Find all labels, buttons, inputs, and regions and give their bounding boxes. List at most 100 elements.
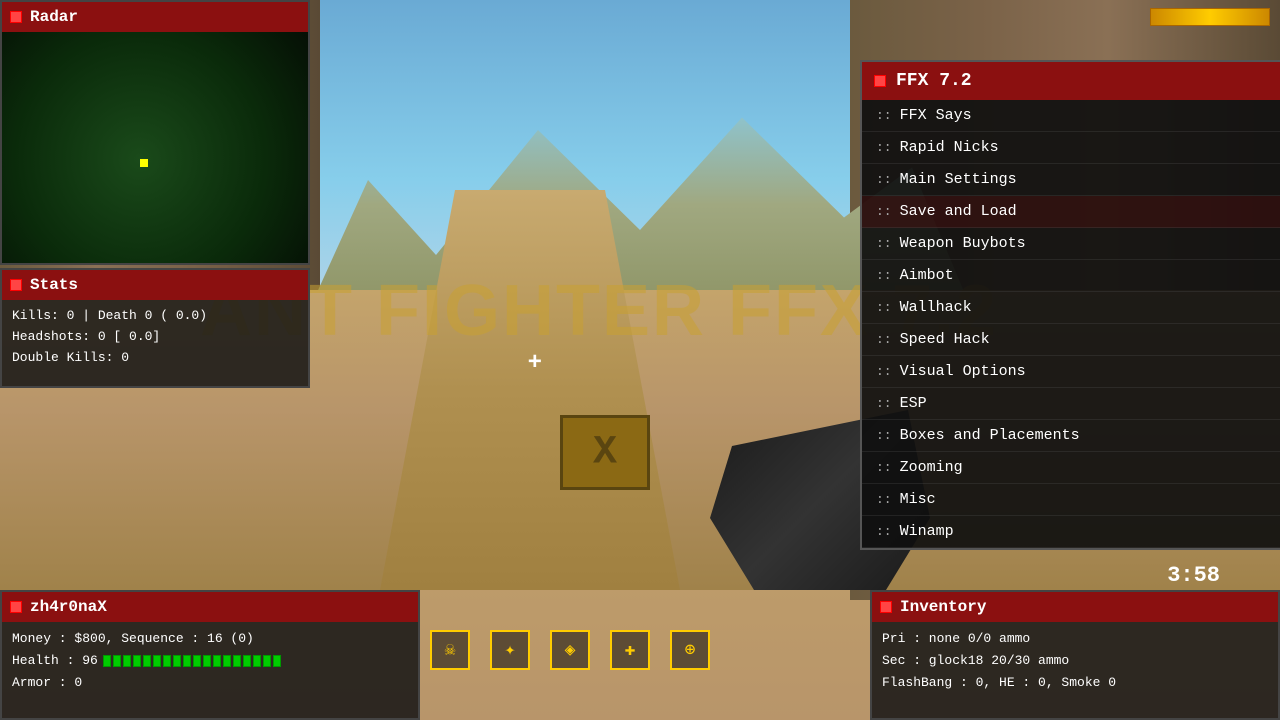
hud-icon-target: ⊕ <box>670 630 710 670</box>
stats-headshots: Headshots: 0 [ 0.0] <box>12 327 298 348</box>
menu-item-weapon-buybots[interactable]: ::Weapon Buybots <box>862 228 1280 260</box>
menu-item-boxes-and-placements[interactable]: ::Boxes and Placements <box>862 420 1280 452</box>
radar-player-dot <box>140 159 148 167</box>
menu-bullet-icon: :: <box>876 428 892 443</box>
menu-item-misc[interactable]: ::Misc <box>862 484 1280 516</box>
menu-panel: FFX 7.2 ::FFX Says::Rapid Nicks::Main Se… <box>860 60 1280 550</box>
menu-bullet-icon: :: <box>876 396 892 411</box>
player-health-label: Health : 96 <box>12 650 98 672</box>
menu-item-save-and-load[interactable]: ::Save and Load <box>862 196 1280 228</box>
health-bar <box>103 655 281 667</box>
menu-item-label: Main Settings <box>900 171 1017 188</box>
inventory-panel: Inventory Pri : none 0/0 ammo Sec : gloc… <box>870 590 1280 720</box>
health-segment <box>153 655 161 667</box>
health-segment <box>143 655 151 667</box>
menu-bullet-icon: :: <box>876 332 892 347</box>
menu-item-ffx-says[interactable]: ::FFX Says <box>862 100 1280 132</box>
inventory-grenades: FlashBang : 0, HE : 0, Smoke 0 <box>882 672 1268 694</box>
hud-icon-cross: ✚ <box>610 630 650 670</box>
menu-item-label: Winamp <box>900 523 954 540</box>
health-segment <box>113 655 121 667</box>
menu-item-speed-hack[interactable]: ::Speed Hack <box>862 324 1280 356</box>
menu-item-label: Weapon Buybots <box>900 235 1026 252</box>
health-segment <box>173 655 181 667</box>
inventory-header-dot <box>880 601 892 613</box>
menu-item-label: Wallhack <box>900 299 972 316</box>
menu-item-rapid-nicks[interactable]: ::Rapid Nicks <box>862 132 1280 164</box>
inventory-pri: Pri : none 0/0 ammo <box>882 628 1268 650</box>
health-segment <box>223 655 231 667</box>
radar-map <box>2 32 308 263</box>
menu-item-label: Misc <box>900 491 936 508</box>
health-segment <box>123 655 131 667</box>
inventory-sec: Sec : glock18 20/30 ammo <box>882 650 1268 672</box>
health-segment <box>233 655 241 667</box>
player-header: zh4r0naX <box>2 592 418 622</box>
health-segment <box>213 655 221 667</box>
radar-header: Radar <box>2 2 308 32</box>
menu-items-list: ::FFX Says::Rapid Nicks::Main Settings::… <box>862 100 1280 548</box>
menu-bullet-icon: :: <box>876 108 892 123</box>
menu-item-main-settings[interactable]: ::Main Settings <box>862 164 1280 196</box>
menu-item-label: Visual Options <box>900 363 1026 380</box>
inventory-header: Inventory <box>872 592 1278 622</box>
menu-bullet-icon: :: <box>876 172 892 187</box>
menu-item-label: Speed Hack <box>900 331 990 348</box>
health-segment <box>193 655 201 667</box>
menu-bullet-icon: :: <box>876 236 892 251</box>
health-segment <box>253 655 261 667</box>
player-health-row: Health : 96 <box>12 650 408 672</box>
menu-item-label: FFX Says <box>900 107 972 124</box>
menu-item-visual-options[interactable]: ::Visual Options <box>862 356 1280 388</box>
menu-item-label: Boxes and Placements <box>900 427 1080 444</box>
menu-item-label: ESP <box>900 395 927 412</box>
player-armor: Armor : 0 <box>12 672 408 694</box>
hud-icon-skull: ☠ <box>430 630 470 670</box>
menu-bullet-icon: :: <box>876 524 892 539</box>
stats-panel: Stats Kills: 0 | Death 0 ( 0.0) Headshot… <box>0 268 310 388</box>
inventory-title: Inventory <box>900 598 986 616</box>
menu-bullet-icon: :: <box>876 204 892 219</box>
player-panel: zh4r0naX Money : $800, Sequence : 16 (0)… <box>0 590 420 720</box>
menu-header-dot <box>874 75 886 87</box>
hud-icon-star: ✦ <box>490 630 530 670</box>
menu-item-wallhack[interactable]: ::Wallhack <box>862 292 1280 324</box>
player-money: Money : $800, Sequence : 16 (0) <box>12 628 408 650</box>
timer: 3:58 <box>1167 563 1220 588</box>
health-segment <box>263 655 271 667</box>
menu-bullet-icon: :: <box>876 460 892 475</box>
crate <box>560 415 650 490</box>
health-segment <box>183 655 191 667</box>
stats-doublekills: Double Kills: 0 <box>12 348 298 369</box>
menu-item-zooming[interactable]: ::Zooming <box>862 452 1280 484</box>
radar-header-dot <box>10 11 22 23</box>
player-content: Money : $800, Sequence : 16 (0) Health :… <box>2 622 418 700</box>
menu-bullet-icon: :: <box>876 268 892 283</box>
health-segment <box>203 655 211 667</box>
player-name: zh4r0naX <box>30 598 107 616</box>
health-segment <box>133 655 141 667</box>
bottom-hud-icons: ☠ ✦ ◈ ✚ ⊕ <box>430 630 710 670</box>
menu-header: FFX 7.2 <box>862 62 1280 100</box>
menu-item-label: Save and Load <box>900 203 1017 220</box>
health-segment <box>163 655 171 667</box>
menu-bullet-icon: :: <box>876 140 892 155</box>
menu-bullet-icon: :: <box>876 300 892 315</box>
menu-title: FFX 7.2 <box>896 71 972 91</box>
menu-item-aimbot[interactable]: ::Aimbot <box>862 260 1280 292</box>
menu-item-esp[interactable]: ::ESP <box>862 388 1280 420</box>
stats-content: Kills: 0 | Death 0 ( 0.0) Headshots: 0 [… <box>2 300 308 374</box>
menu-bullet-icon: :: <box>876 364 892 379</box>
menu-item-winamp[interactable]: ::Winamp <box>862 516 1280 548</box>
health-segment <box>103 655 111 667</box>
menu-bullet-icon: :: <box>876 492 892 507</box>
hud-icon-ammo: ◈ <box>550 630 590 670</box>
menu-item-label: Rapid Nicks <box>900 139 999 156</box>
gold-bar <box>1150 8 1270 26</box>
radar-title: Radar <box>30 8 78 26</box>
menu-item-label: Zooming <box>900 459 963 476</box>
player-header-dot <box>10 601 22 613</box>
stats-header: Stats <box>2 270 308 300</box>
stats-header-dot <box>10 279 22 291</box>
inventory-content: Pri : none 0/0 ammo Sec : glock18 20/30 … <box>872 622 1278 700</box>
